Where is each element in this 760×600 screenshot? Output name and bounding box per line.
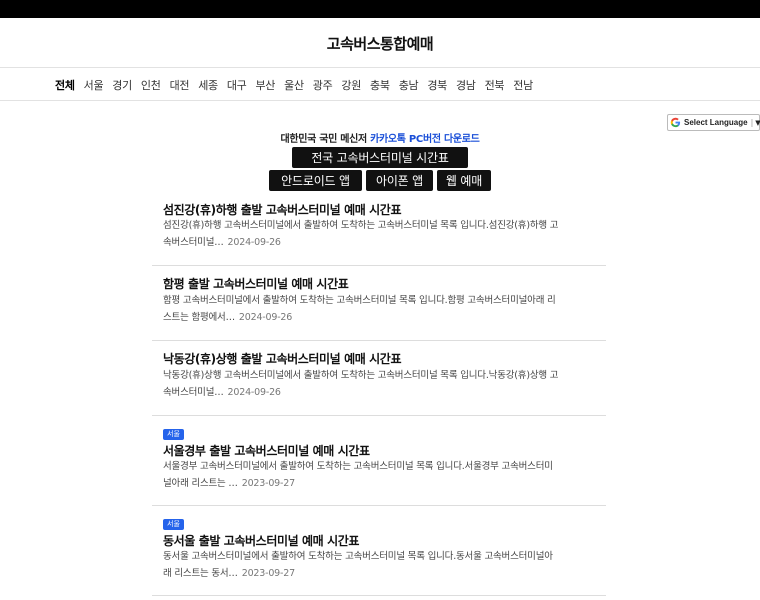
- article-summary-text: 속버스터미널…: [163, 387, 224, 398]
- nav-item-5[interactable]: 세종: [198, 77, 218, 93]
- article-summary-line: 함평 고속버스터미널에서 출발하여 도착하는 고속버스터미널 목록 입니다.함평…: [163, 295, 556, 306]
- site-title[interactable]: 고속버스통합예매: [0, 33, 760, 54]
- region-badge[interactable]: 서울: [163, 429, 184, 440]
- list-item: 서울 동서울 출발 고속버스터미널 예매 시간표 동서울 고속버스터미널에서 출…: [152, 506, 606, 596]
- nav-item-9[interactable]: 광주: [313, 77, 333, 93]
- list-item: 함평 출발 고속버스터미널 예매 시간표 함평 고속버스터미널에서 출발하여 도…: [152, 266, 606, 341]
- language-select-divider: |: [750, 118, 754, 127]
- kakao-download-link[interactable]: 카카오톡 PC버전 다운로드: [370, 134, 480, 145]
- article-title[interactable]: 서울경부 출발 고속버스터미널 예매 시간표: [163, 442, 370, 459]
- article-date: 2024-09-26: [238, 312, 293, 323]
- article-date: 2024-09-26: [227, 237, 281, 248]
- region-nav-list: 전체 서울 경기 인천 대전 세종 대구 부산 울산 광주 강원 충북 충남 경북 경남 전북 전남: [55, 77, 542, 93]
- site-header: 고속버스통합예매: [0, 18, 760, 68]
- nav-item-2[interactable]: 경기: [112, 77, 132, 93]
- list-item: 섬진강(휴)하행 출발 고속버스터미널 예매 시간표 섬진강(휴)하행 고속버스…: [152, 196, 606, 266]
- nav-item-10[interactable]: 강원: [341, 77, 361, 93]
- kakao-promo: 대한민국 국민 메신저 카카오톡 PC버전 다운로드: [0, 130, 760, 145]
- article-date: 2023-09-27: [241, 568, 295, 579]
- article-title[interactable]: 섬진강(휴)하행 출발 고속버스터미널 예매 시간표: [163, 201, 401, 218]
- iphone-app-button[interactable]: 아이폰 앱: [366, 170, 433, 191]
- nav-item-11[interactable]: 충북: [370, 77, 390, 93]
- google-icon: [670, 117, 681, 128]
- language-select-label: Select Language: [684, 118, 748, 127]
- article-summary-line: 속버스터미널… 2024-09-26: [163, 384, 603, 401]
- list-item: 낙동강(휴)상행 출발 고속버스터미널 예매 시간표 낙동강(휴)상행 고속버스…: [152, 341, 606, 416]
- article-summary-line: 서울경부 고속버스터미널에서 출발하여 도착하는 고속버스터미널 목록 입니다.…: [163, 461, 553, 472]
- nav-item-13[interactable]: 경북: [427, 77, 447, 93]
- terminal-timetable-button[interactable]: 전국 고속버스터미널 시간표: [292, 147, 468, 168]
- article-summary-text: 널아래 리스트는 …: [163, 478, 238, 489]
- article-summary-text: 래 리스트는 동서…: [163, 568, 238, 579]
- nav-item-8[interactable]: 울산: [284, 77, 304, 93]
- article-title[interactable]: 동서울 출발 고속버스터미널 예매 시간표: [163, 532, 359, 549]
- nav-item-12[interactable]: 충남: [399, 77, 419, 93]
- article-summary: 서울경부 고속버스터미널에서 출발하여 도착하는 고속버스터미널 목록 입니다.…: [163, 458, 603, 492]
- android-app-button[interactable]: 안드로이드 앱: [269, 170, 362, 191]
- nav-item-14[interactable]: 경남: [456, 77, 476, 93]
- article-summary-line: 속버스터미널… 2024-09-26: [163, 234, 603, 251]
- article-date: 2023-09-27: [241, 478, 295, 489]
- top-black-bar: [0, 0, 760, 18]
- article-summary-line: 낙동강(휴)상행 고속버스터미널에서 출발하여 도착하는 고속버스터미널 목록 …: [163, 370, 559, 381]
- language-select[interactable]: Select Language | ▼: [667, 114, 760, 131]
- article-summary: 섬진강(휴)하행 고속버스터미널에서 출발하여 도착하는 고속버스터미널 목록 …: [163, 217, 603, 251]
- nav-item-1[interactable]: 서울: [84, 77, 104, 93]
- article-summary: 낙동강(휴)상행 고속버스터미널에서 출발하여 도착하는 고속버스터미널 목록 …: [163, 367, 603, 401]
- article-summary-line: 섬진강(휴)하행 고속버스터미널에서 출발하여 도착하는 고속버스터미널 목록 …: [163, 220, 559, 231]
- nav-item-15[interactable]: 전북: [485, 77, 505, 93]
- nav-item-6[interactable]: 대구: [227, 77, 247, 93]
- article-summary-text: 속버스터미널…: [163, 237, 224, 248]
- article-summary: 함평 고속버스터미널에서 출발하여 도착하는 고속버스터미널 목록 입니다.함평…: [163, 292, 603, 326]
- web-booking-button[interactable]: 웹 예매: [437, 170, 491, 191]
- nav-item-3[interactable]: 인천: [141, 77, 161, 93]
- nav-item-16[interactable]: 전남: [513, 77, 533, 93]
- promo-text: 대한민국 국민 메신저: [280, 134, 371, 145]
- article-title[interactable]: 함평 출발 고속버스터미널 예매 시간표: [163, 275, 349, 292]
- region-nav: 전체 서울 경기 인천 대전 세종 대구 부산 울산 광주 강원 충북 충남 경북 경남 전북 전남: [0, 68, 760, 101]
- article-date: 2024-09-26: [227, 387, 281, 398]
- region-badge[interactable]: 서울: [163, 519, 184, 530]
- nav-item-7[interactable]: 부산: [255, 77, 275, 93]
- article-summary-line: 동서울 고속버스터미널에서 출발하여 도착하는 고속버스터미널 목록 입니다.동…: [163, 551, 553, 562]
- nav-item-0[interactable]: 전체: [55, 77, 75, 93]
- article-summary-line: 래 리스트는 동서… 2023-09-27: [163, 565, 603, 582]
- list-item: 서울 서울경부 출발 고속버스터미널 예매 시간표 서울경부 고속버스터미널에서…: [152, 416, 606, 506]
- article-summary: 동서울 고속버스터미널에서 출발하여 도착하는 고속버스터미널 목록 입니다.동…: [163, 548, 603, 582]
- article-summary-line: 스트는 함평에서… 2024-09-26: [163, 309, 603, 326]
- article-summary-text: 스트는 함평에서…: [163, 312, 235, 323]
- article-summary-line: 널아래 리스트는 … 2023-09-27: [163, 475, 603, 492]
- dropdown-arrow-icon: ▼: [755, 118, 760, 127]
- nav-item-4[interactable]: 대전: [170, 77, 190, 93]
- article-title[interactable]: 낙동강(휴)상행 출발 고속버스터미널 예매 시간표: [163, 350, 401, 367]
